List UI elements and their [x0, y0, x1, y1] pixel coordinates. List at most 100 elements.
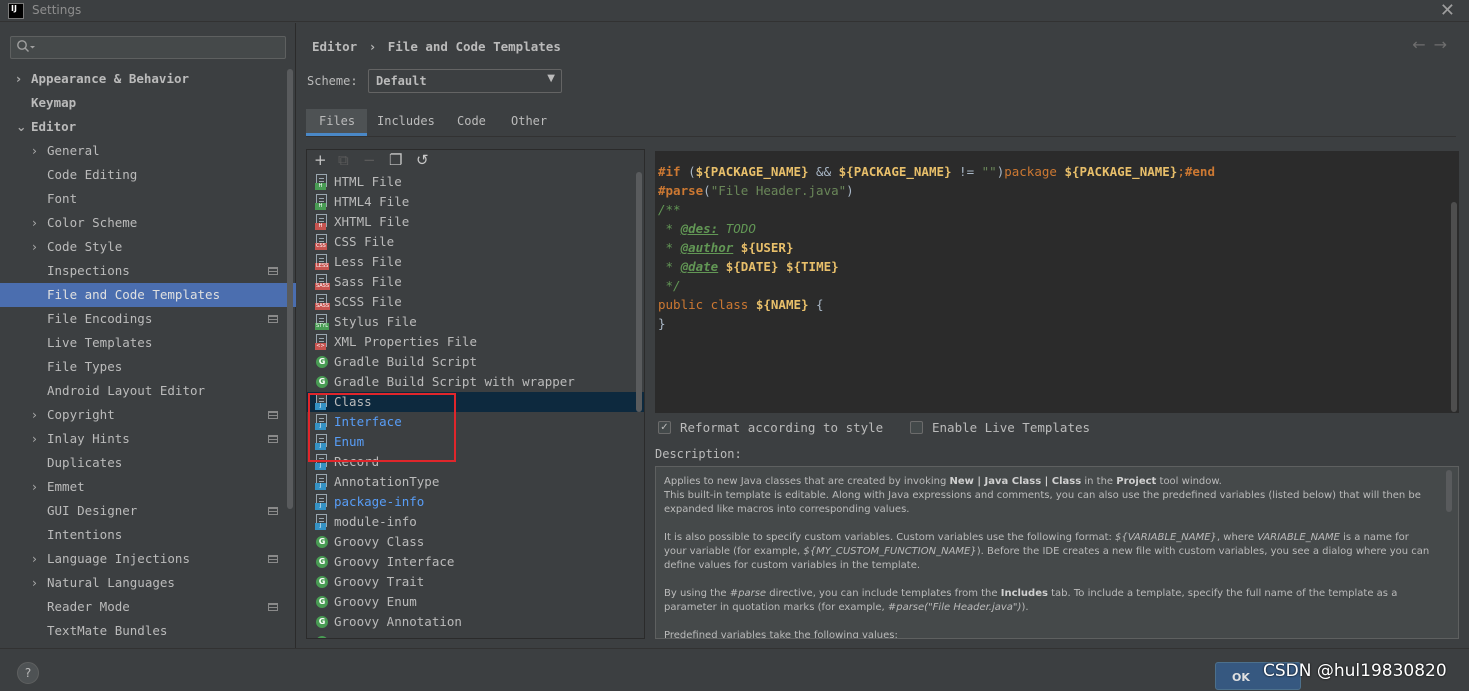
- close-icon[interactable]: ✕: [1440, 0, 1455, 22]
- chevron-down-icon[interactable]: ⌄: [16, 115, 26, 139]
- groovy-file-icon: G: [316, 636, 328, 638]
- scheme-dropdown[interactable]: Default ▼: [368, 69, 562, 93]
- sidebar-item-font[interactable]: Font: [0, 187, 296, 211]
- chevron-right-icon[interactable]: ›: [32, 427, 42, 451]
- template-item[interactable]: STYL Stylus File: [307, 312, 644, 332]
- template-item[interactable]: SASS SCSS File: [307, 292, 644, 312]
- groovy-file-icon: G: [316, 556, 328, 568]
- template-item[interactable]: SASS Sass File: [307, 272, 644, 292]
- project-scope-icon: [268, 435, 278, 443]
- editor-scrollbar[interactable]: [1451, 202, 1457, 412]
- sidebar-item-appearance-behavior[interactable]: › Appearance & Behavior: [0, 67, 296, 91]
- sidebar-item-inlay-hints[interactable]: › Inlay Hints: [0, 427, 296, 451]
- reset-icon[interactable]: ↺: [416, 151, 429, 169]
- template-item[interactable]: G Groovy Trait: [307, 572, 644, 592]
- template-item[interactable]: G Gradle Build Script with wrapper: [307, 372, 644, 392]
- template-item[interactable]: Jpackage-info: [307, 492, 644, 512]
- back-arrow-icon[interactable]: ←: [1412, 35, 1433, 54]
- sidebar-item-inspections[interactable]: Inspections: [0, 259, 296, 283]
- tab-other[interactable]: Other: [498, 109, 559, 136]
- template-item[interactable]: LESS Less File: [307, 252, 644, 272]
- chevron-right-icon[interactable]: ›: [16, 67, 26, 91]
- template-item[interactable]: J AnnotationType: [307, 472, 644, 492]
- sidebar-item-keymap[interactable]: Keymap: [0, 91, 296, 115]
- templates-scrollbar[interactable]: [636, 172, 642, 412]
- template-item[interactable]: J Interface: [307, 412, 644, 432]
- forward-arrow-icon[interactable]: →: [1434, 35, 1455, 54]
- template-item[interactable]: J Class: [307, 392, 644, 412]
- sidebar-item-file-encodings[interactable]: File Encodings: [0, 307, 296, 331]
- duplicate-icon[interactable]: ❐: [389, 151, 402, 169]
- help-button[interactable]: ?: [17, 662, 39, 684]
- sidebar-item-general[interactable]: › General: [0, 139, 296, 163]
- template-label: Groovy Class: [334, 534, 425, 549]
- sidebar-scrollbar[interactable]: [287, 69, 293, 509]
- template-label: Class: [334, 394, 372, 409]
- breadcrumb-parent[interactable]: Editor: [312, 39, 357, 54]
- project-scope-icon: [268, 555, 278, 563]
- sidebar-item-language-injections[interactable]: › Language Injections: [0, 547, 296, 571]
- template-item[interactable]: G Groovy Annotation: [307, 612, 644, 632]
- project-scope-icon: [268, 603, 278, 611]
- template-item[interactable]: G Groovy Interface: [307, 552, 644, 572]
- sidebar-item-code-style[interactable]: › Code Style: [0, 235, 296, 259]
- sidebar-item-reader-mode[interactable]: Reader Mode: [0, 595, 296, 619]
- sidebar-item-code-editing[interactable]: Code Editing: [0, 163, 296, 187]
- sidebar-item-live-templates[interactable]: Live Templates: [0, 331, 296, 355]
- template-item[interactable]: H XHTML File: [307, 212, 644, 232]
- template-code-editor[interactable]: #if (${PACKAGE_NAME} && ${PACKAGE_NAME} …: [655, 151, 1459, 413]
- chevron-right-icon[interactable]: ›: [32, 403, 42, 427]
- template-item[interactable]: G Groovy Class: [307, 532, 644, 552]
- settings-search-input[interactable]: [10, 36, 286, 59]
- template-label: XHTML File: [334, 214, 410, 229]
- template-item[interactable]: CSS CSS File: [307, 232, 644, 252]
- template-item[interactable]: G Gradle Build Script: [307, 352, 644, 372]
- sidebar-item-label: Inlay Hints: [47, 431, 130, 446]
- template-item[interactable]: J Enum: [307, 432, 644, 452]
- chevron-right-icon[interactable]: ›: [32, 547, 42, 571]
- copy-template-icon[interactable]: ⧉: [338, 151, 349, 169]
- reformat-checkbox[interactable]: ✓: [658, 421, 671, 434]
- chevron-right-icon[interactable]: ›: [32, 571, 42, 595]
- code-line: /**: [658, 202, 681, 217]
- template-label: HTML4 File: [334, 194, 410, 209]
- chevron-right-icon[interactable]: ›: [32, 211, 42, 235]
- sidebar-item-duplicates[interactable]: Duplicates: [0, 451, 296, 475]
- tab-code[interactable]: Code: [444, 109, 498, 136]
- sidebar-item-textmate-bundles[interactable]: TextMate Bundles: [0, 619, 296, 643]
- description-scrollbar[interactable]: [1446, 470, 1452, 512]
- code-line: #parse("File Header.java"): [658, 183, 854, 198]
- sidebar-item-natural-languages[interactable]: › Natural Languages: [0, 571, 296, 595]
- tab-files[interactable]: Files: [306, 109, 368, 136]
- sidebar-item-label: File Encodings: [47, 311, 153, 326]
- sidebar-item-intentions[interactable]: Intentions: [0, 523, 296, 547]
- template-item[interactable]: H HTML4 File: [307, 192, 644, 212]
- sidebar-item-label: File and Code Templates: [47, 287, 221, 302]
- template-item[interactable]: J Record: [307, 452, 644, 472]
- sidebar-item-file-and-code-templates[interactable]: File and Code Templates: [0, 283, 296, 307]
- sidebar-item-file-types[interactable]: File Types: [0, 355, 296, 379]
- live-templates-checkbox[interactable]: [910, 421, 923, 434]
- scheme-label: Scheme:: [307, 74, 358, 88]
- template-item[interactable]: G: [307, 632, 644, 638]
- sidebar-item-gui-designer[interactable]: GUI Designer: [0, 499, 296, 523]
- sidebar-item-color-scheme[interactable]: › Color Scheme: [0, 211, 296, 235]
- template-item[interactable]: Jmodule-info: [307, 512, 644, 532]
- file-type-icon: SASS: [315, 274, 331, 290]
- template-item[interactable]: <> XML Properties File: [307, 332, 644, 352]
- chevron-right-icon[interactable]: ›: [32, 475, 42, 499]
- chevron-right-icon[interactable]: ›: [32, 139, 42, 163]
- add-icon[interactable]: +: [314, 151, 327, 169]
- template-item[interactable]: H HTML File: [307, 172, 644, 192]
- template-item[interactable]: G Groovy Enum: [307, 592, 644, 612]
- sidebar-item-copyright[interactable]: › Copyright: [0, 403, 296, 427]
- remove-icon[interactable]: −: [363, 151, 376, 169]
- tab-includes[interactable]: Includes: [364, 109, 447, 136]
- sidebar-item-emmet[interactable]: › Emmet: [0, 475, 296, 499]
- sidebar-item-editor[interactable]: ⌄ Editor: [0, 115, 296, 139]
- file-type-icon: J: [315, 394, 329, 410]
- sidebar-item-label: Language Injections: [47, 551, 190, 566]
- sidebar-item-android-layout-editor[interactable]: Android Layout Editor: [0, 379, 296, 403]
- groovy-file-icon: G: [316, 376, 328, 388]
- chevron-right-icon[interactable]: ›: [32, 235, 42, 259]
